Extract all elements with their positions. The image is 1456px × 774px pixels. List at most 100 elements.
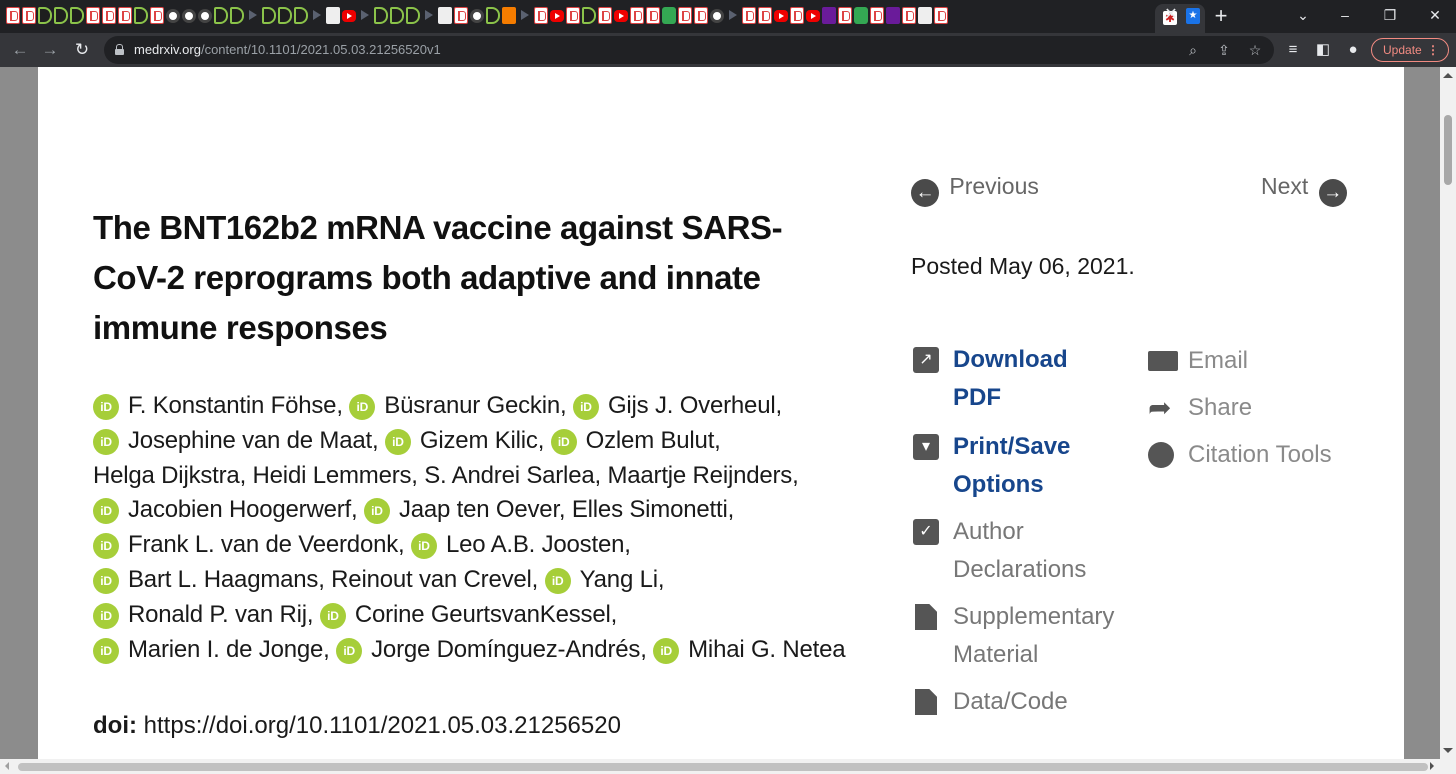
- tab-favicon-icon[interactable]: [262, 7, 276, 24]
- tab-favicon-icon[interactable]: [422, 7, 436, 24]
- orcid-icon[interactable]: iD: [93, 602, 119, 629]
- scrollbar-thumb[interactable]: [1444, 115, 1452, 185]
- author-entry[interactable]: Elles Simonetti,: [572, 496, 734, 523]
- author-entry[interactable]: S. Andrei Sarlea,: [424, 462, 601, 489]
- reading-list-icon[interactable]: ≡: [1282, 37, 1304, 63]
- tab-favicon-icon[interactable]: [150, 7, 164, 24]
- author-entry[interactable]: iD Marien I. de Jonge,: [93, 636, 330, 664]
- author-entry[interactable]: iD Jacobien Hoogerwerf,: [93, 496, 358, 525]
- author-entry[interactable]: iD F. Konstantin Föhse,: [93, 392, 343, 420]
- minimize-icon[interactable]: –: [1330, 4, 1360, 26]
- orcid-icon[interactable]: iD: [93, 567, 119, 594]
- author-entry[interactable]: iD Gijs J. Overheul,: [572, 392, 782, 420]
- close-tab-icon[interactable]: ✕: [1162, 6, 1180, 24]
- tab-favicon-icon[interactable]: [694, 7, 708, 24]
- tab-favicon-icon[interactable]: [358, 7, 372, 24]
- author-entry[interactable]: iD Leo A.B. Joosten,: [410, 531, 631, 560]
- tab-favicon-icon[interactable]: [614, 10, 628, 22]
- tab-favicon-icon[interactable]: [6, 7, 20, 24]
- tab-favicon-icon[interactable]: [470, 9, 484, 23]
- scroll-right-icon[interactable]: [1430, 762, 1434, 770]
- orcid-icon[interactable]: iD: [653, 637, 680, 664]
- tab-favicon-icon[interactable]: [294, 7, 308, 24]
- tab-favicon-icon[interactable]: [166, 9, 180, 23]
- scroll-left-icon[interactable]: [5, 762, 9, 770]
- author-name[interactable]: Ronald P. van Rij,: [128, 601, 314, 628]
- tab-favicon-icon[interactable]: [838, 7, 852, 24]
- author-name[interactable]: Heidi Lemmers,: [253, 462, 418, 489]
- email-link[interactable]: Email: [1148, 342, 1348, 382]
- author-name[interactable]: Büsranur Geckin,: [384, 392, 566, 419]
- tab-favicon-icon[interactable]: [566, 7, 580, 24]
- author-entry[interactable]: iD Frank L. van de Veerdonk,: [93, 531, 405, 560]
- author-declarations-link[interactable]: ✓ Author Declarations: [913, 513, 1133, 593]
- author-entry[interactable]: iD Mihai G. Netea: [653, 636, 846, 664]
- author-name[interactable]: S. Andrei Sarlea,: [424, 462, 601, 489]
- orcid-icon[interactable]: iD: [93, 428, 119, 455]
- author-entry[interactable]: iD Bart L. Haagmans,: [93, 566, 325, 594]
- author-name[interactable]: Frank L. van de Veerdonk,: [128, 531, 405, 558]
- tab-favicon-icon[interactable]: [118, 7, 132, 24]
- tab-favicon-icon[interactable]: [726, 7, 740, 24]
- orcid-icon[interactable]: iD: [349, 394, 376, 420]
- author-entry[interactable]: iD Jaap ten Oever,: [363, 496, 566, 525]
- tab-favicon-icon[interactable]: [598, 7, 612, 24]
- tab-favicon-icon[interactable]: [246, 7, 260, 24]
- star-favicon-icon[interactable]: ★: [1186, 8, 1200, 24]
- tab-favicon-icon[interactable]: [390, 7, 404, 24]
- author-name[interactable]: Josephine van de Maat,: [128, 427, 379, 454]
- author-name[interactable]: Maartje Reijnders,: [607, 462, 798, 489]
- previous-link[interactable]: ← Previous: [911, 173, 1039, 207]
- author-name[interactable]: Leo A.B. Joosten,: [446, 531, 631, 558]
- scroll-down-icon[interactable]: [1443, 748, 1453, 753]
- tab-favicon-icon[interactable]: [374, 7, 388, 24]
- tab-favicon-icon[interactable]: [534, 7, 548, 24]
- bookmark-star-icon[interactable]: ☆: [1245, 40, 1265, 60]
- tab-favicon-icon[interactable]: [342, 10, 356, 22]
- tab-favicon-icon[interactable]: [502, 7, 516, 24]
- author-name[interactable]: Marien I. de Jonge,: [128, 636, 330, 663]
- orcid-icon[interactable]: iD: [410, 533, 437, 560]
- tab-favicon-icon[interactable]: [870, 7, 884, 24]
- tab-favicon-icon[interactable]: [790, 7, 804, 24]
- tab-favicon-icon[interactable]: [630, 7, 644, 24]
- tab-favicon-icon[interactable]: [774, 10, 788, 22]
- tab-favicon-icon[interactable]: [22, 7, 36, 24]
- next-link[interactable]: Next →: [1261, 173, 1347, 207]
- address-bar[interactable]: medrxiv.org/content/10.1101/2021.05.03.2…: [104, 36, 1274, 64]
- tab-favicon-icon[interactable]: [550, 10, 564, 22]
- author-entry[interactable]: iD Ozlem Bulut,: [550, 427, 721, 455]
- author-name[interactable]: Gizem Kilic,: [420, 427, 544, 454]
- profile-icon[interactable]: ●: [1342, 37, 1364, 63]
- author-name[interactable]: Ozlem Bulut,: [586, 427, 721, 454]
- tab-favicon-icon[interactable]: [38, 7, 52, 24]
- print-save-options-link[interactable]: ▾ Print/Save Options: [913, 428, 1133, 508]
- tab-favicon-icon[interactable]: [678, 7, 692, 24]
- tab-favicon-icon[interactable]: [934, 7, 948, 24]
- orcid-icon[interactable]: iD: [336, 637, 363, 664]
- author-entry[interactable]: Reinout van Crevel,: [331, 566, 538, 593]
- forward-icon[interactable]: →: [37, 37, 63, 63]
- orcid-icon[interactable]: iD: [93, 394, 119, 420]
- side-panel-icon[interactable]: ◧: [1312, 37, 1334, 63]
- author-name[interactable]: Mihai G. Netea: [688, 636, 845, 663]
- author-name[interactable]: Reinout van Crevel,: [331, 566, 538, 593]
- tab-favicon-icon[interactable]: [134, 7, 148, 24]
- tab-favicon-icon[interactable]: [822, 7, 836, 24]
- update-button[interactable]: Update ⋮: [1371, 38, 1449, 62]
- tab-favicon-icon[interactable]: [742, 7, 756, 24]
- tab-favicon-icon[interactable]: [854, 7, 868, 24]
- scroll-up-icon[interactable]: [1443, 73, 1453, 78]
- tab-favicon-icon[interactable]: [310, 7, 324, 24]
- tab-search-icon[interactable]: ⌄: [1288, 4, 1318, 26]
- tab-favicon-icon[interactable]: [70, 7, 84, 24]
- download-pdf-link[interactable]: ↗ Download PDF: [913, 341, 1133, 421]
- zoom-icon[interactable]: ⌕: [1183, 40, 1203, 60]
- author-entry[interactable]: iD Corine GeurtsvanKessel,: [319, 601, 617, 629]
- tab-favicon-icon[interactable]: [454, 7, 468, 24]
- tab-favicon-icon[interactable]: [86, 7, 100, 24]
- tab-favicon-icon[interactable]: [182, 9, 196, 23]
- orcid-icon[interactable]: iD: [363, 498, 390, 525]
- vertical-scrollbar[interactable]: [1440, 67, 1456, 759]
- new-tab-button[interactable]: +: [1210, 5, 1232, 27]
